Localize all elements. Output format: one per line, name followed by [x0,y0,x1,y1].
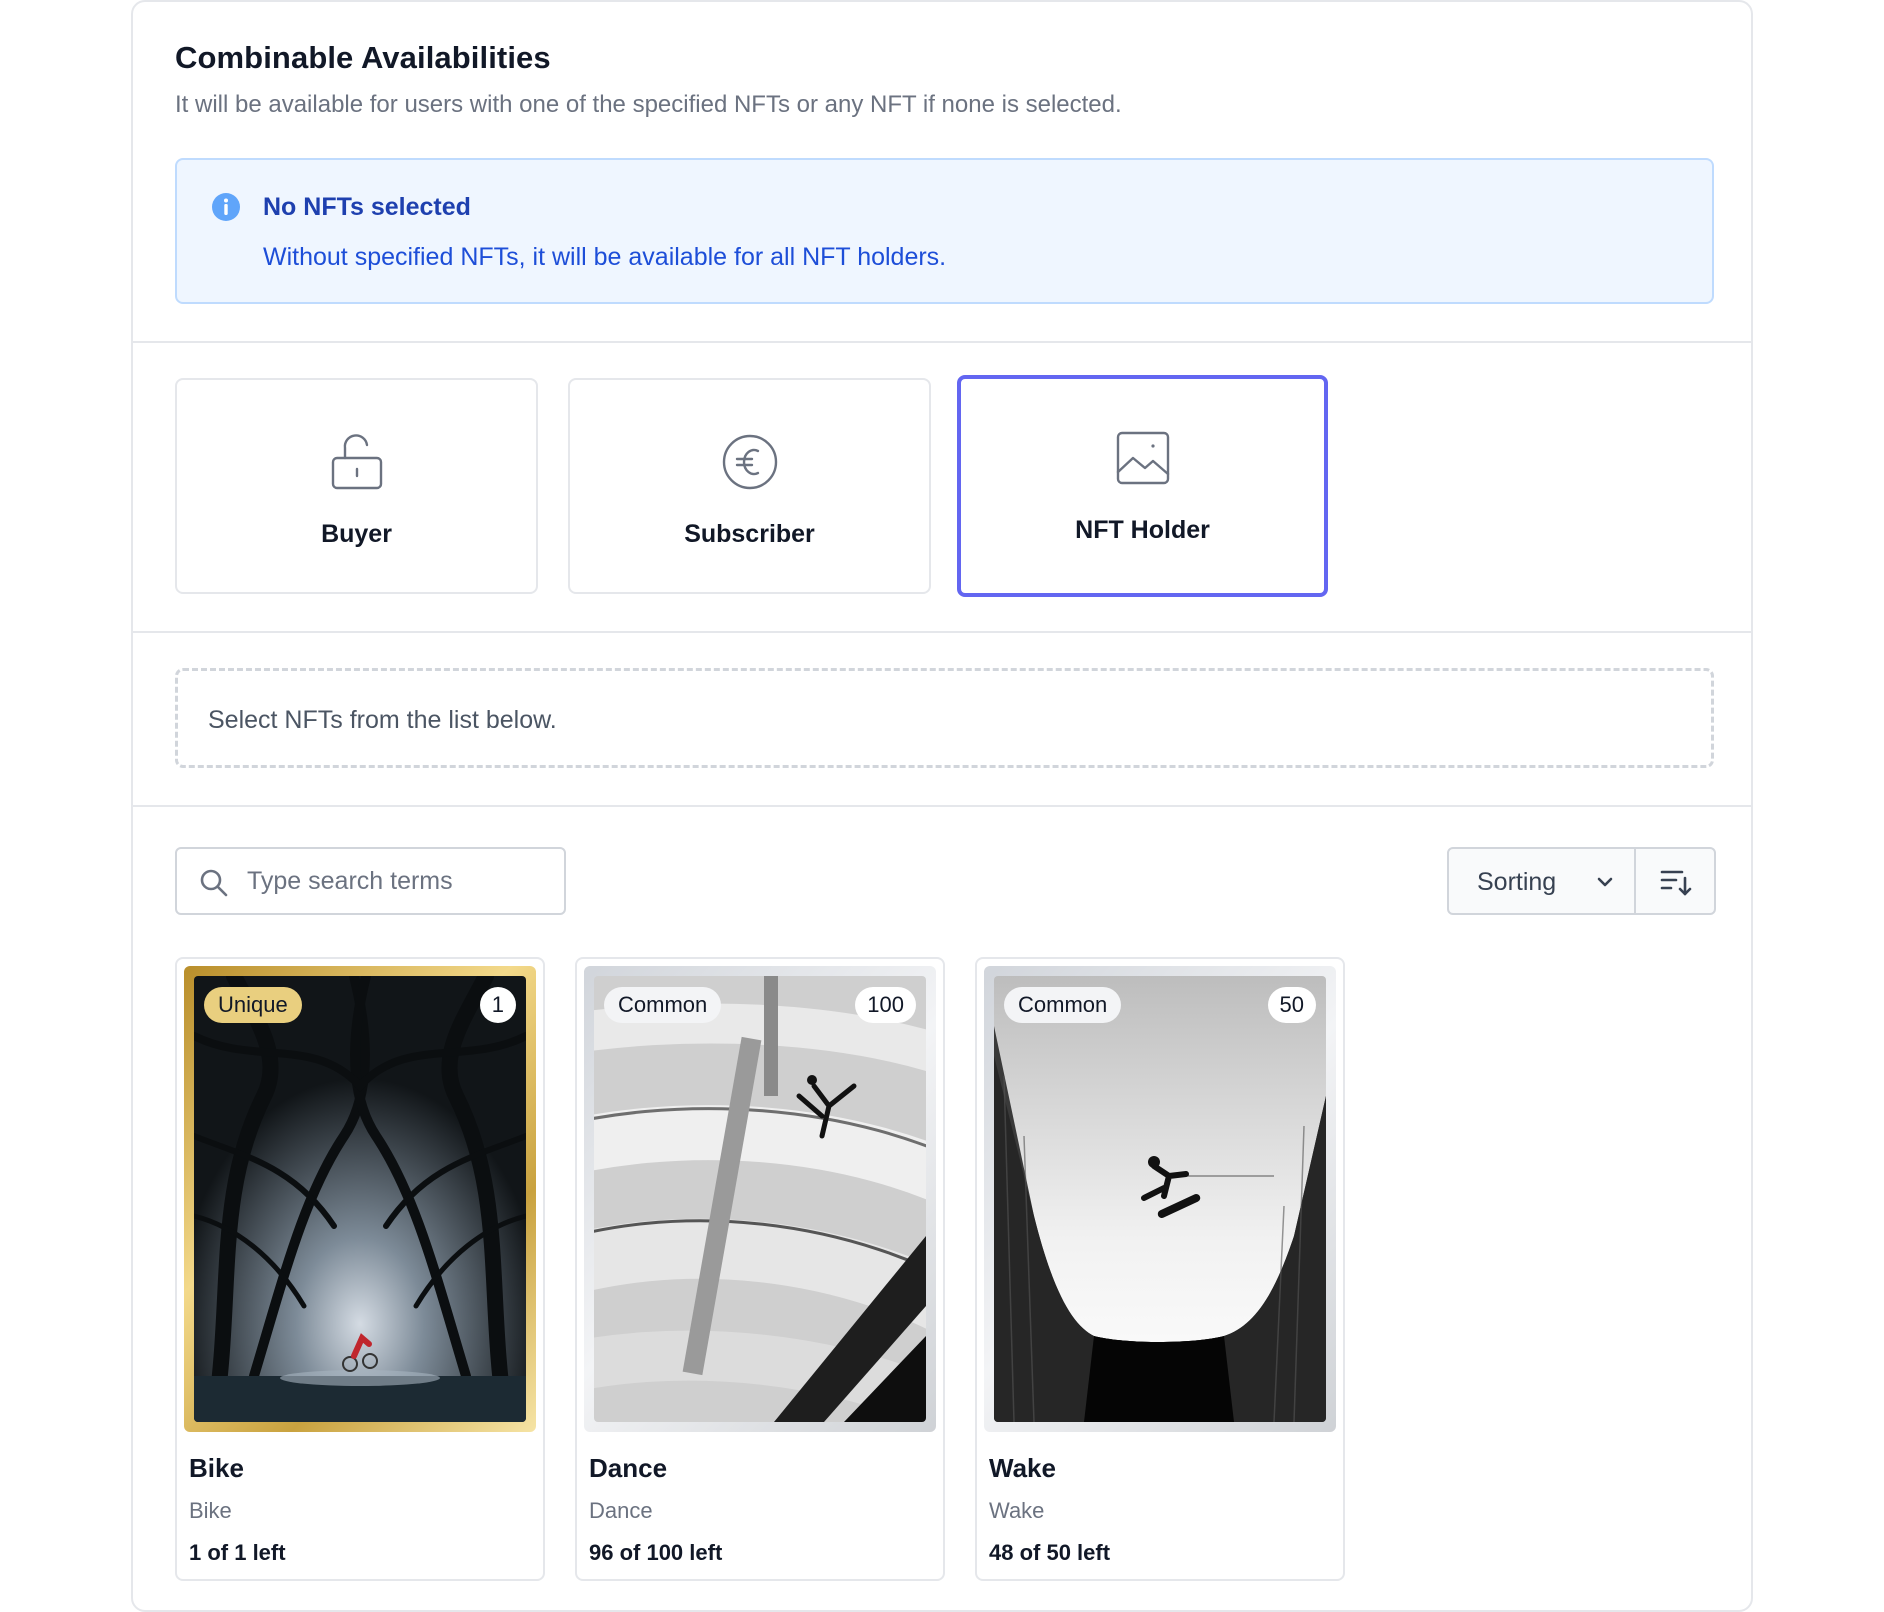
nft-image-wake [994,976,1326,1422]
sorting-select[interactable]: Sorting [1449,849,1636,913]
alert-title: No NFTs selected [263,193,471,221]
nft-collection: Bike [189,1498,232,1523]
nft-name: Bike [189,1453,244,1483]
dropzone-text: Select NFTs from the list below. [208,706,557,734]
section-title: Combinable Availabilities [175,40,551,75]
section-subtitle: It will be available for users with one … [175,91,1122,118]
nft-availability: 96 of 100 left [589,1540,723,1565]
edition-count-badge: 1 [479,987,516,1023]
edition-count-badge: 100 [855,987,916,1023]
nft-card-wake[interactable]: Common 50 Wake Wake 48 of 50 left [975,957,1345,1581]
search-box [175,847,566,915]
nft-collection: Wake [989,1498,1045,1523]
nft-frame: Common 100 [584,966,936,1432]
search-icon [200,869,228,897]
info-icon [212,193,240,221]
info-alert: No NFTs selected Without specified NFTs,… [175,158,1714,304]
option-nft-holder[interactable]: NFT Holder [957,375,1328,597]
option-subscriber[interactable]: Subscriber [568,378,931,594]
rarity-badge: Common [604,987,722,1023]
euro-icon [722,434,777,490]
search-input[interactable] [247,861,547,901]
option-label: Buyer [321,520,392,548]
nft-availability: 48 of 50 left [989,1540,1111,1565]
availabilities-panel: Combinable Availabilities It will be ava… [131,0,1753,1612]
unlock-icon [331,434,382,490]
option-label: NFT Holder [1075,516,1210,544]
nft-frame: Unique 1 [184,966,536,1432]
nft-name: Wake [989,1453,1056,1483]
image-icon [1116,431,1169,485]
alert-text: Without specified NFTs, it will be avail… [263,243,947,271]
divider [133,805,1751,807]
sort-direction-button[interactable] [1636,849,1714,913]
nft-availability: 1 of 1 left [189,1540,286,1565]
nft-card-dance[interactable]: Common 100 Dance Dance 96 of 100 left [575,957,945,1581]
nft-name: Dance [589,1453,668,1483]
nft-image-dance [594,976,926,1422]
option-buyer[interactable]: Buyer [175,378,538,594]
selected-nfts-dropzone: Select NFTs from the list below. [175,668,1714,768]
sort-controls: Sorting [1447,847,1716,915]
sort-descending-icon [1660,870,1692,896]
chevron-down-icon [1597,877,1613,887]
option-label: Subscriber [684,520,815,548]
rarity-badge: Unique [204,987,302,1023]
nft-collection: Dance [589,1498,653,1523]
rarity-badge: Common [1004,987,1122,1023]
nft-image-bike [194,976,526,1422]
divider [133,341,1751,343]
edition-count-badge: 50 [1267,987,1316,1023]
nft-card-bike[interactable]: Unique 1 Bike Bike 1 of 1 left [175,957,545,1581]
nft-frame: Common 50 [984,966,1336,1432]
divider [133,631,1751,633]
sorting-label: Sorting [1477,868,1557,896]
